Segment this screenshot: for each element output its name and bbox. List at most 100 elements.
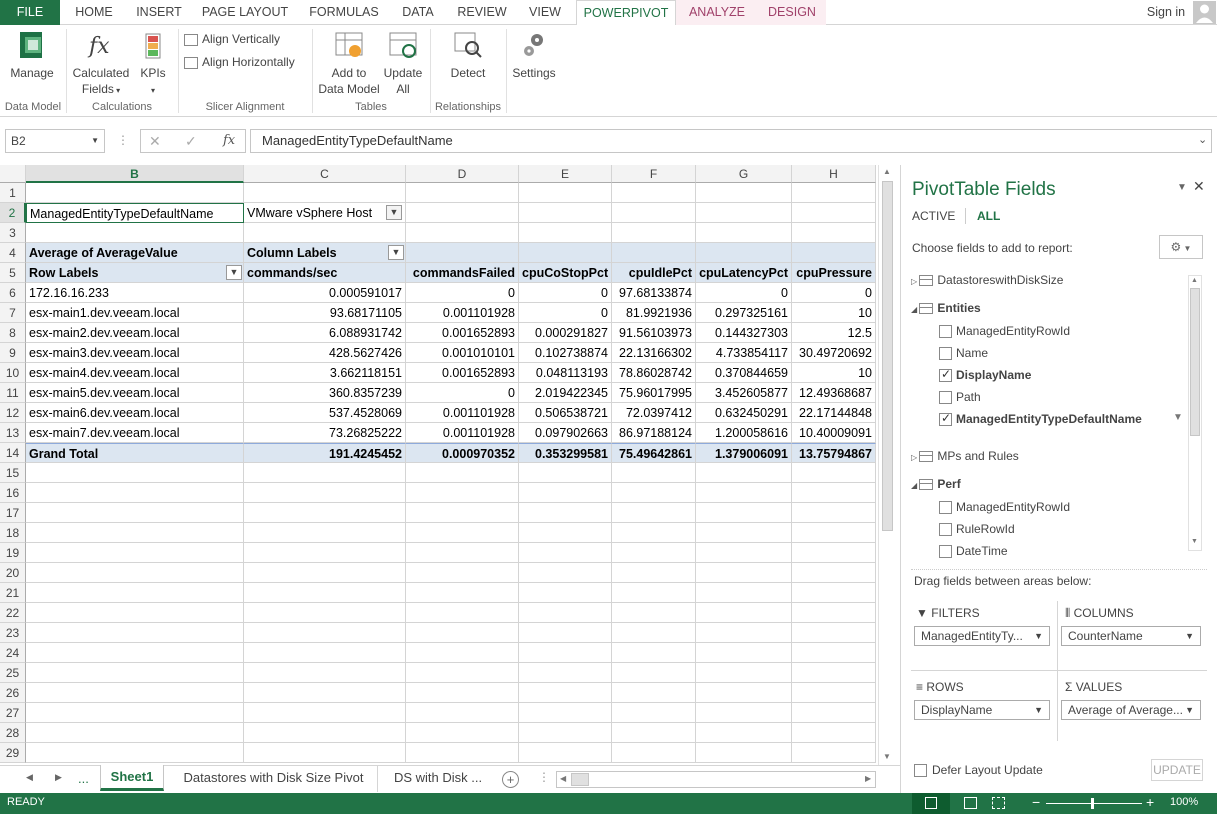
row-header[interactable]: 3 bbox=[0, 223, 26, 243]
empty-cell[interactable] bbox=[519, 483, 612, 503]
pivot-value-cell[interactable]: 0.048113193 bbox=[519, 363, 612, 383]
empty-cell[interactable] bbox=[792, 223, 876, 243]
settings-button[interactable]: Settings bbox=[510, 29, 558, 81]
empty-cell[interactable] bbox=[406, 603, 519, 623]
empty-cell[interactable] bbox=[406, 643, 519, 663]
row-header[interactable]: 19 bbox=[0, 543, 26, 563]
empty-cell[interactable] bbox=[519, 203, 612, 223]
empty-cell[interactable] bbox=[519, 623, 612, 643]
row-labels-dropdown-icon[interactable]: ▼ bbox=[226, 265, 242, 280]
empty-cell[interactable] bbox=[696, 623, 792, 643]
pivot-row-label[interactable]: esx-main7.dev.veeam.local bbox=[26, 423, 244, 443]
cancel-icon[interactable]: ✕ bbox=[149, 133, 161, 150]
empty-cell[interactable] bbox=[612, 543, 696, 563]
tab-page-layout[interactable]: PAGE LAYOUT bbox=[196, 0, 294, 25]
collapse-icon[interactable]: ◢ bbox=[911, 305, 919, 314]
empty-cell[interactable] bbox=[26, 523, 244, 543]
empty-cell[interactable] bbox=[26, 503, 244, 523]
pivot-filter-value[interactable]: VMware vSphere Host bbox=[244, 203, 406, 223]
empty-cell[interactable] bbox=[792, 683, 876, 703]
pivot-column-labels[interactable]: Column Labels bbox=[244, 243, 406, 263]
empty-cell[interactable] bbox=[244, 663, 406, 683]
values-field-dropdown[interactable]: Average of Average... ▼ bbox=[1061, 700, 1201, 720]
name-box[interactable]: B2 ▼ bbox=[5, 129, 105, 153]
pivot-row-label[interactable]: esx-main1.dev.veeam.local bbox=[26, 303, 244, 323]
normal-view-button[interactable] bbox=[912, 793, 950, 814]
empty-cell[interactable] bbox=[406, 203, 519, 223]
grand-total-value[interactable]: 75.49642861 bbox=[612, 443, 696, 463]
empty-cell[interactable] bbox=[519, 523, 612, 543]
insert-function-icon[interactable]: fx bbox=[223, 133, 235, 148]
pivot-value-cell[interactable]: 4.733854117 bbox=[696, 343, 792, 363]
empty-cell[interactable] bbox=[792, 723, 876, 743]
pivot-value-cell[interactable]: 0.370844659 bbox=[696, 363, 792, 383]
pivot-value-cell[interactable]: 12.5 bbox=[792, 323, 876, 343]
pivot-value-cell[interactable]: 537.4528069 bbox=[244, 403, 406, 423]
empty-cell[interactable] bbox=[406, 463, 519, 483]
tab-view[interactable]: VIEW bbox=[520, 0, 570, 25]
new-sheet-icon[interactable]: + bbox=[502, 771, 519, 788]
empty-cell[interactable] bbox=[406, 743, 519, 763]
pivot-row-label[interactable]: 172.16.16.233 bbox=[26, 283, 244, 303]
grand-total-value[interactable]: 13.75794867 bbox=[792, 443, 876, 463]
empty-cell[interactable] bbox=[519, 463, 612, 483]
pivot-value-cell[interactable]: 0.144327303 bbox=[696, 323, 792, 343]
enter-icon[interactable]: ✓ bbox=[185, 133, 197, 150]
row-header[interactable]: 22 bbox=[0, 603, 26, 623]
field-item[interactable]: ManagedEntityRowId bbox=[956, 500, 1070, 514]
pivot-value-cell[interactable]: 10 bbox=[792, 303, 876, 323]
tab-file[interactable]: FILE bbox=[0, 0, 60, 25]
empty-cell[interactable] bbox=[406, 543, 519, 563]
grand-total-value[interactable]: 1.379006091 bbox=[696, 443, 792, 463]
empty-cell[interactable] bbox=[696, 663, 792, 683]
sign-in-link[interactable]: Sign in bbox=[1142, 0, 1190, 25]
empty-cell[interactable] bbox=[612, 223, 696, 243]
pivot-value-cell[interactable]: 93.68171105 bbox=[244, 303, 406, 323]
empty-cell[interactable] bbox=[612, 623, 696, 643]
row-header[interactable]: 20 bbox=[0, 563, 26, 583]
field-layout-button[interactable]: ⚙ ▼ bbox=[1159, 235, 1203, 259]
empty-cell[interactable] bbox=[26, 183, 244, 203]
empty-cell[interactable] bbox=[244, 543, 406, 563]
detect-button[interactable]: Detect bbox=[444, 29, 492, 81]
empty-cell[interactable] bbox=[519, 543, 612, 563]
empty-cell[interactable] bbox=[244, 743, 406, 763]
rows-field-dropdown[interactable]: DisplayName ▼ bbox=[914, 700, 1050, 720]
zoom-slider[interactable] bbox=[1046, 803, 1142, 804]
empty-cell[interactable] bbox=[612, 683, 696, 703]
pivot-value-cell[interactable]: 3.662118151 bbox=[244, 363, 406, 383]
field-checkbox[interactable] bbox=[939, 523, 952, 536]
update-all-button[interactable]: Update All bbox=[382, 29, 424, 97]
tab-insert[interactable]: INSERT bbox=[130, 0, 188, 25]
empty-cell[interactable] bbox=[26, 643, 244, 663]
columns-field-dropdown[interactable]: CounterName ▼ bbox=[1061, 626, 1201, 646]
empty-cell[interactable] bbox=[696, 743, 792, 763]
horizontal-scrollbar[interactable]: ◀ ▶ bbox=[556, 771, 876, 788]
more-sheets-button[interactable]: ... bbox=[78, 771, 89, 786]
empty-cell[interactable] bbox=[244, 183, 406, 203]
align-horizontally-button[interactable]: Align Horizontally bbox=[184, 54, 295, 70]
pivot-value-cell[interactable]: 30.49720692 bbox=[792, 343, 876, 363]
empty-cell[interactable] bbox=[696, 543, 792, 563]
select-all-corner[interactable] bbox=[0, 165, 26, 183]
tab-analyze[interactable]: ANALYZE bbox=[676, 0, 758, 25]
add-to-data-model-button[interactable]: Add to Data Model bbox=[316, 29, 382, 97]
avatar[interactable] bbox=[1193, 1, 1216, 24]
empty-cell[interactable] bbox=[612, 583, 696, 603]
pivot-value-cell[interactable]: 0.000291827 bbox=[519, 323, 612, 343]
pivot-value-cell[interactable]: 0.001101928 bbox=[406, 303, 519, 323]
row-header[interactable]: 18 bbox=[0, 523, 26, 543]
pivot-values-label[interactable]: Average of AverageValue bbox=[26, 243, 244, 263]
row-header[interactable]: 11 bbox=[0, 383, 26, 403]
empty-cell[interactable] bbox=[792, 463, 876, 483]
empty-cell[interactable] bbox=[792, 583, 876, 603]
empty-cell[interactable] bbox=[612, 183, 696, 203]
empty-cell[interactable] bbox=[519, 743, 612, 763]
column-header-c[interactable]: C bbox=[244, 165, 406, 183]
pane-options-icon[interactable]: ▼ bbox=[1177, 182, 1187, 193]
column-header-d[interactable]: D bbox=[406, 165, 519, 183]
zoom-in-icon[interactable]: + bbox=[1146, 794, 1154, 810]
row-header[interactable]: 28 bbox=[0, 723, 26, 743]
empty-cell[interactable] bbox=[612, 483, 696, 503]
empty-cell[interactable] bbox=[26, 583, 244, 603]
